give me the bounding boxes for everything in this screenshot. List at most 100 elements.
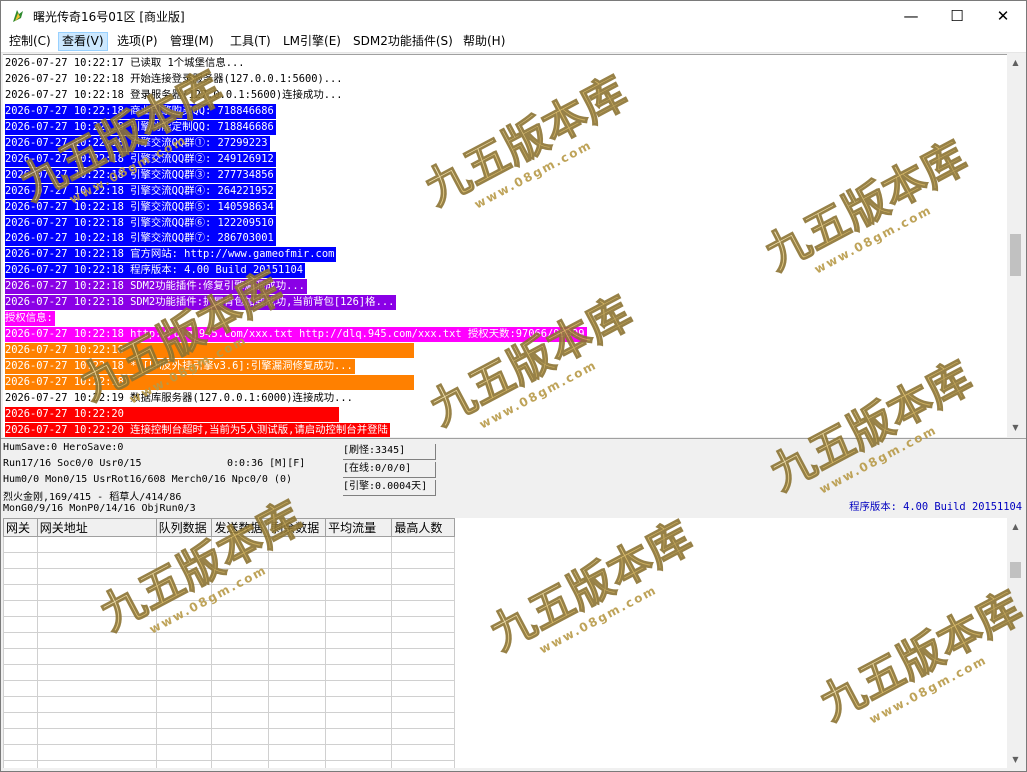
scroll-down-arrow-icon[interactable]: ▼: [1007, 419, 1024, 436]
title-bar[interactable]: 曙光传奇16号01区 [商业版] — ☐ ✕: [1, 1, 1026, 31]
scroll-up-arrow-icon[interactable]: ▲: [1007, 54, 1024, 71]
gateway-cell: [3, 664, 38, 681]
grid-scroll-down-arrow-icon[interactable]: ▼: [1007, 751, 1024, 768]
gateway-cell: [36, 600, 157, 617]
gateway-table: 网关 网关地址 队列数据 发送数据 剩余数据 平均流量 最高人数: [3, 518, 455, 768]
gateway-cell: [36, 728, 157, 745]
gateway-cell: [391, 712, 455, 729]
gateway-row[interactable]: [3, 648, 455, 665]
gateway-cell: [155, 696, 213, 713]
maximize-button[interactable]: ☐: [934, 1, 980, 31]
log-line: 2026-07-27 10:22:18 http://dlq.945.com/x…: [5, 327, 587, 343]
gateway-row[interactable]: [3, 680, 455, 697]
window-title: 曙光传奇16号01区 [商业版]: [33, 10, 185, 24]
menu-tools[interactable]: 工具(T): [227, 33, 274, 50]
gateway-row[interactable]: [3, 568, 455, 585]
gateway-row[interactable]: [3, 616, 455, 633]
minimize-button[interactable]: —: [888, 1, 934, 31]
grid-scroll-thumb[interactable]: [1010, 562, 1021, 578]
gateway-row[interactable]: [3, 632, 455, 649]
gateway-cell: [325, 712, 393, 729]
gateway-row[interactable]: [3, 760, 455, 768]
gateway-row[interactable]: [3, 696, 455, 713]
gateway-cell: [391, 632, 455, 649]
menu-bar: 控制(C) 查看(V) 选项(P) 管理(M) 工具(T) LM引擎(E) SD…: [1, 31, 1026, 53]
gateway-cell: [155, 536, 213, 553]
gateway-cell: [325, 600, 393, 617]
gateway-row[interactable]: [3, 600, 455, 617]
log-line: 2026-07-27 10:22:18 引擎交流QQ群④: 264221952: [5, 183, 276, 199]
gateway-row[interactable]: [3, 584, 455, 601]
gateway-cell: [325, 744, 393, 761]
menu-help[interactable]: 帮助(H): [460, 33, 508, 50]
gateway-cell: [268, 728, 327, 745]
gateway-cell: [391, 568, 455, 585]
menu-lm-engine[interactable]: LM引擎(E): [280, 33, 344, 50]
gateway-cell: [211, 568, 270, 585]
gateway-cell: [155, 616, 213, 633]
gateway-cell: [3, 632, 38, 649]
gateway-cell: [36, 680, 157, 697]
col-send-data[interactable]: 发送数据: [211, 518, 270, 537]
gateway-cell: [268, 744, 327, 761]
grid-scroll-up-arrow-icon[interactable]: ▲: [1007, 518, 1024, 535]
gateway-cell: [36, 552, 157, 569]
gateway-cell: [391, 760, 455, 768]
gateway-cell: [325, 664, 393, 681]
gateway-cell: [268, 632, 327, 649]
log-line: 2026-07-27 10:22:17 已读取 1个城堡信息...: [5, 56, 247, 71]
build-version-label: 程序版本: 4.00 Build 20151104: [849, 501, 1022, 513]
gateway-cell: [211, 552, 270, 569]
col-avg-traffic[interactable]: 平均流量: [325, 518, 393, 537]
col-queue-data[interactable]: 队列数据: [155, 518, 213, 537]
menu-options[interactable]: 选项(P): [114, 33, 161, 50]
gateway-cell: [3, 728, 38, 745]
gateway-row[interactable]: [3, 536, 455, 553]
gateway-cell: [3, 680, 38, 697]
log-line: 2026-07-27 10:22:18 官方网站: http://www.gam…: [5, 247, 337, 263]
gateway-cell: [36, 696, 157, 713]
menu-manage[interactable]: 管理(M): [167, 33, 217, 50]
col-gateway-address[interactable]: 网关地址: [36, 518, 157, 537]
gateway-cell: [211, 600, 270, 617]
gateway-cell: [325, 568, 393, 585]
gateway-row[interactable]: [3, 552, 455, 569]
status-panel: HumSave:0 HeroSave:0 Run17/16 Soc0/0 Usr…: [1, 438, 1026, 517]
menu-control[interactable]: 控制(C): [6, 33, 54, 50]
gateway-cell: [325, 632, 393, 649]
log-line: 2026-07-27 10:22:18 引擎功能定制QQ: 718846686: [5, 119, 276, 135]
log-line: 2026-07-27 10:22:20: [5, 406, 339, 422]
gateway-cell: [211, 584, 270, 601]
gateway-row[interactable]: [3, 728, 455, 745]
gateway-cell: [391, 680, 455, 697]
log-scroll-thumb[interactable]: [1010, 234, 1021, 276]
menu-sdm2-plugin[interactable]: SDM2功能插件(S): [350, 33, 456, 50]
gateway-cell: [391, 648, 455, 665]
log-line: 2026-07-27 10:22:18 引擎交流QQ群⑦: 286703001: [5, 231, 276, 247]
gateway-cell: [36, 744, 157, 761]
log-panel[interactable]: 2026-07-27 10:22:17 已读取 1个城堡信息... 2026-07…: [3, 54, 1007, 437]
gateway-grid-area: 网关 网关地址 队列数据 发送数据 剩余数据 平均流量 最高人数: [3, 518, 1007, 768]
close-button[interactable]: ✕: [980, 1, 1026, 31]
gateway-cell: [268, 584, 327, 601]
col-remaining-data[interactable]: 剩余数据: [268, 518, 327, 537]
gateway-cell: [3, 744, 38, 761]
gateway-row[interactable]: [3, 664, 455, 681]
grid-scrollbar[interactable]: ▲ ▼: [1007, 518, 1024, 768]
gateway-cell: [211, 760, 270, 768]
log-scrollbar[interactable]: ▲ ▼: [1007, 54, 1024, 436]
log-line: 2026-07-27 10:22:18 * [LM反外挂引擎v3.6]:引擎漏洞…: [5, 359, 355, 375]
log-line: 2026-07-27 10:22:18 开始连接登录服务器(127.0.0.1:…: [5, 71, 345, 87]
col-max-users[interactable]: 最高人数: [391, 518, 455, 537]
gateway-row[interactable]: [3, 712, 455, 729]
gateway-cell: [3, 760, 38, 768]
gateway-cell: [155, 632, 213, 649]
gateway-row[interactable]: [3, 744, 455, 761]
gateway-cell: [391, 728, 455, 745]
gateway-cell: [36, 536, 157, 553]
menu-view[interactable]: 查看(V): [58, 32, 108, 51]
status-monster-info: 烈火金刚,169/415 - 稻草人/414/86: [3, 492, 182, 503]
col-gateway[interactable]: 网关: [3, 518, 38, 537]
gateway-cell: [155, 552, 213, 569]
gateway-cell: [268, 568, 327, 585]
